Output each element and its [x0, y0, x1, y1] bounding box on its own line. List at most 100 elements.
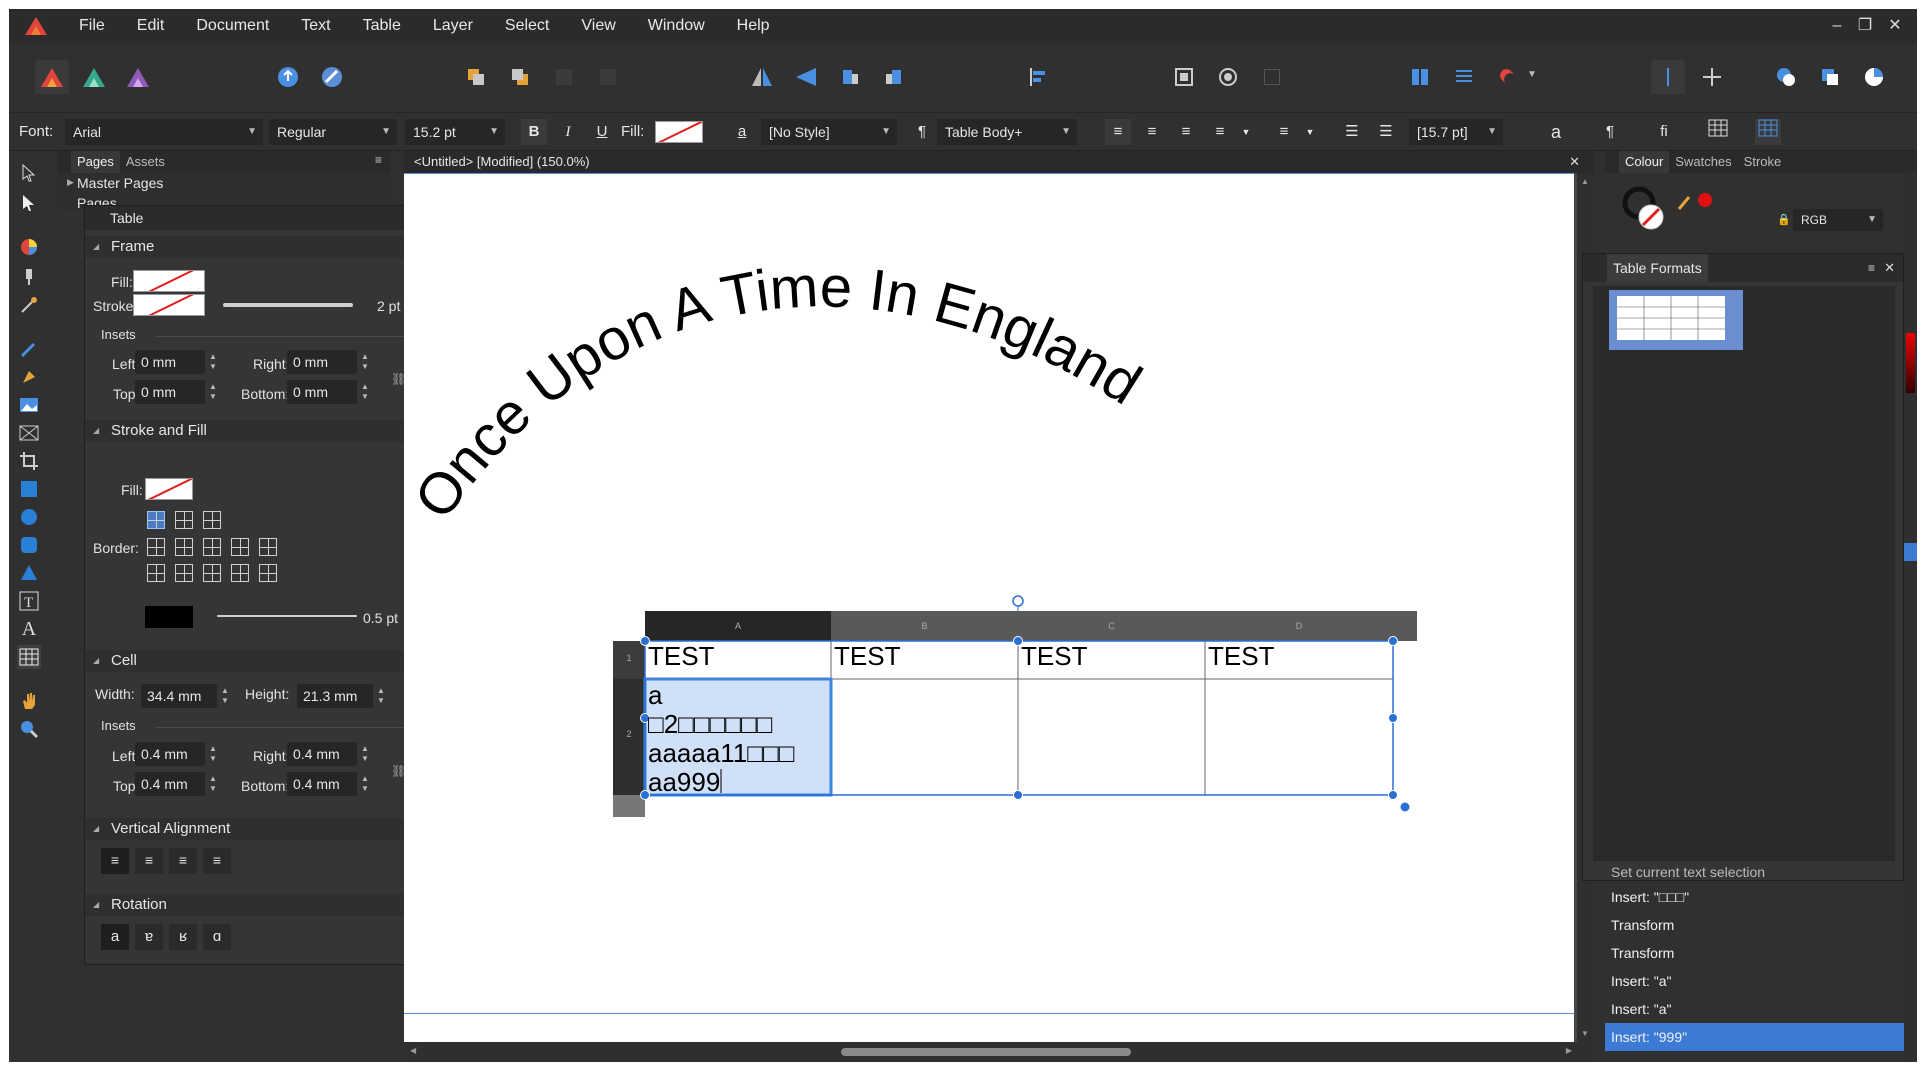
document-tab[interactable]: <Untitled> [Modified] (150.0%) ✕: [404, 151, 1594, 173]
justify-dropdown[interactable]: ▼: [1233, 119, 1259, 145]
pencil-tool-button[interactable]: [17, 337, 41, 361]
spinner-arrows-icon[interactable]: ▲ ▼: [221, 686, 231, 706]
zoom-tool-button[interactable]: [17, 717, 41, 741]
pen-tool-button[interactable]: [17, 365, 41, 389]
scroll-down-icon[interactable]: ▼: [1581, 1029, 1589, 1038]
row-number-1[interactable]: 1: [613, 653, 645, 663]
boolean-add-button[interactable]: [1769, 60, 1803, 94]
snapping-dropdown-caret[interactable]: ▼: [1527, 69, 1537, 80]
border-outside-icon[interactable]: [175, 564, 193, 582]
table-cell-d1[interactable]: TEST: [1208, 643, 1274, 669]
spinner-arrows-icon[interactable]: ▲ ▼: [209, 352, 219, 372]
border-top-icon[interactable]: [147, 538, 165, 556]
typography-button[interactable]: fi: [1651, 119, 1677, 145]
bold-button[interactable]: B: [521, 119, 547, 145]
color-picker-tool[interactable]: [17, 235, 41, 259]
crosshair-button[interactable]: [1695, 60, 1729, 94]
rotate-right-button[interactable]: [877, 60, 911, 94]
checkbox-checked[interactable]: [1904, 543, 1917, 561]
fill-stroke-selector-icon[interactable]: [1621, 185, 1669, 235]
text-fill-swatch[interactable]: [655, 121, 703, 143]
panel-menu-icon[interactable]: ≡: [1868, 254, 1875, 282]
frame-text-tool-button[interactable]: T: [17, 589, 41, 613]
color-model-select[interactable]: RGB ▼: [1793, 209, 1883, 231]
paragraph-style-select[interactable]: Table Body+ ▼: [937, 119, 1077, 145]
italic-button[interactable]: I: [555, 119, 581, 145]
align-button[interactable]: [1021, 60, 1055, 94]
cell-bottom-input[interactable]: 0.4 mm: [287, 772, 357, 796]
table-panel-button[interactable]: [1705, 119, 1731, 145]
font-size-select[interactable]: 15.2 pt ▼: [405, 119, 505, 145]
menu-text[interactable]: Text: [285, 9, 346, 43]
history-item-partial[interactable]: Set current text selection: [1605, 867, 1917, 881]
menu-document[interactable]: Document: [180, 9, 285, 43]
view-mode-button[interactable]: [1651, 60, 1685, 94]
menu-help[interactable]: Help: [721, 9, 786, 43]
menu-select[interactable]: Select: [489, 9, 565, 43]
border-inner-icon[interactable]: [175, 511, 193, 529]
triangle-tool-button[interactable]: [17, 561, 41, 585]
frame-fill-swatch[interactable]: [133, 270, 205, 292]
crop-tool-button[interactable]: [17, 449, 41, 473]
spinner-arrows-icon[interactable]: ▲ ▼: [361, 744, 371, 764]
border-right-icon[interactable]: [231, 538, 249, 556]
column-header-b[interactable]: B: [831, 611, 1018, 641]
numbering-button[interactable]: ☰: [1373, 119, 1399, 145]
valign-middle-button[interactable]: ≡: [135, 848, 163, 874]
rotation-0-button[interactable]: a: [101, 924, 129, 950]
vertical-align-button[interactable]: ≡: [1271, 119, 1297, 145]
move-tool-button[interactable]: [17, 161, 41, 185]
baseline-grid-button[interactable]: [1447, 60, 1481, 94]
rotation-90-button[interactable]: ɐ: [135, 924, 163, 950]
border-color-swatch[interactable]: [145, 606, 193, 628]
border-none-icon[interactable]: [231, 564, 249, 582]
view-tool-button[interactable]: [17, 689, 41, 713]
table-tool-button[interactable]: [17, 645, 41, 669]
border-outer-icon[interactable]: [203, 511, 221, 529]
photo-persona-button[interactable]: [121, 60, 155, 94]
bullets-button[interactable]: ☰: [1339, 119, 1365, 145]
arrange-forward-button[interactable]: [459, 60, 493, 94]
scroll-up-icon[interactable]: ▲: [1581, 177, 1589, 186]
leading-select[interactable]: [15.7 pt] ▼: [1409, 119, 1503, 145]
cell-top-input[interactable]: 0.4 mm: [135, 772, 205, 796]
ellipse-tool-button[interactable]: [17, 505, 41, 529]
fill-tool-button[interactable]: [17, 265, 41, 289]
picture-frame-tool[interactable]: [17, 393, 41, 417]
menu-table[interactable]: Table: [347, 9, 417, 43]
paragraph-panel-button[interactable]: ¶: [1597, 119, 1623, 145]
document-page[interactable]: Once Upon A Time In England A B C D 1 2 …: [404, 173, 1574, 1042]
menu-view[interactable]: View: [565, 9, 631, 43]
justify-button[interactable]: ≡: [1207, 119, 1233, 145]
menu-layer[interactable]: Layer: [417, 9, 489, 43]
border-vertical-icon[interactable]: [147, 564, 165, 582]
cell-fill-swatch[interactable]: [145, 478, 193, 500]
flip-vertical-button[interactable]: [789, 60, 823, 94]
cell-left-input[interactable]: 0.4 mm: [135, 742, 205, 766]
border-bottom-icon[interactable]: [175, 538, 193, 556]
frame-top-input[interactable]: 0 mm: [135, 380, 205, 404]
border-width-slider[interactable]: [217, 615, 357, 617]
history-item[interactable]: Insert: "a": [1605, 995, 1917, 1023]
tab-stroke[interactable]: Stroke: [1738, 151, 1788, 173]
table-cell-a1[interactable]: TEST: [648, 643, 714, 669]
frame-text-button[interactable]: [1167, 60, 1201, 94]
border-columns-icon[interactable]: [259, 564, 277, 582]
font-style-select[interactable]: Regular ▼: [269, 119, 397, 145]
tab-colour[interactable]: Colour: [1619, 151, 1670, 173]
font-family-select[interactable]: Arial ▼: [65, 119, 263, 145]
publisher-persona-button[interactable]: [35, 60, 69, 94]
valign-top-button[interactable]: ≡: [101, 848, 129, 874]
align-left-button[interactable]: ≡: [1105, 119, 1131, 145]
table-cell-c1[interactable]: TEST: [1021, 643, 1087, 669]
spinner-arrows-icon[interactable]: ▲ ▼: [209, 774, 219, 794]
rounded-rect-tool-button[interactable]: [17, 533, 41, 557]
column-header-d[interactable]: D: [1205, 611, 1393, 641]
character-panel-button[interactable]: a: [1543, 119, 1569, 145]
frame-stroke-slider[interactable]: [223, 303, 353, 307]
preflight-button[interactable]: [315, 60, 349, 94]
horizontal-scrollbar[interactable]: ◀ ▶: [404, 1042, 1594, 1062]
close-window-button[interactable]: ✕: [1875, 9, 1915, 43]
cell-height-input[interactable]: 21.3 mm: [297, 684, 373, 708]
designer-persona-button[interactable]: [77, 60, 111, 94]
